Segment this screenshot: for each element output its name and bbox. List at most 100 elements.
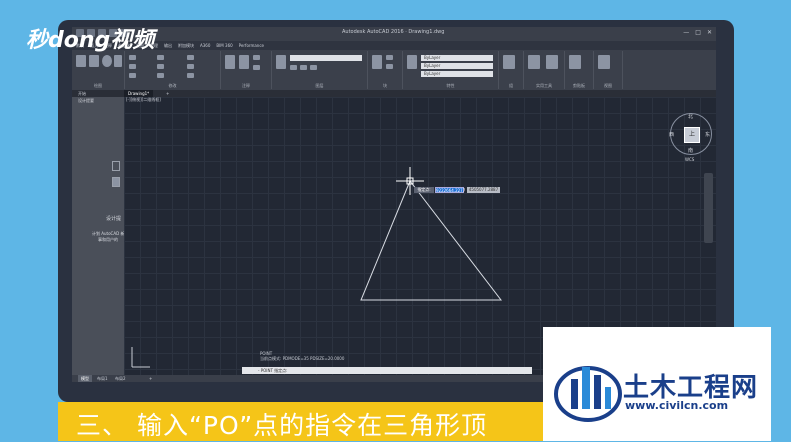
group-label-draw: 绘图 (94, 83, 102, 88)
fillet-icon[interactable] (187, 64, 194, 69)
tab-a360[interactable]: A360 (200, 41, 210, 50)
measure-icon[interactable] (528, 55, 540, 69)
scale-icon[interactable] (157, 73, 164, 78)
insert-block-icon[interactable] (372, 55, 382, 69)
group-label-properties: 特性 (446, 83, 455, 88)
note-icon[interactable] (112, 177, 120, 187)
new-tab-icon[interactable]: + (162, 90, 173, 97)
layer-freeze-icon[interactable] (300, 65, 307, 70)
arc-icon[interactable] (114, 55, 122, 67)
line-icon[interactable] (76, 55, 86, 67)
mirror-icon[interactable] (157, 64, 164, 69)
wcs-menu[interactable]: WCS (685, 157, 694, 162)
copy-icon[interactable] (129, 64, 136, 69)
leader-icon[interactable] (253, 55, 260, 60)
viewcube-east[interactable]: 东 (705, 131, 710, 138)
lock-icon[interactable] (112, 161, 120, 171)
tab-drawing1[interactable]: Drawing1* (124, 90, 154, 97)
window-controls: — □ ✕ (683, 29, 712, 36)
ribbon-panel: 绘图 修改 注释 图层 块 ByLayer ByLayer ByLayer 特性… (72, 50, 716, 90)
ribbon-group-properties: ByLayer ByLayer ByLayer 特性 (403, 51, 499, 89)
ucs-icon (131, 347, 150, 368)
move-icon[interactable] (129, 55, 136, 60)
stretch-icon[interactable] (129, 73, 136, 78)
tab-layout1[interactable]: 布局1 (94, 375, 111, 382)
polyline-icon[interactable] (89, 55, 99, 67)
tab-layout2[interactable]: 布局2 (112, 375, 129, 382)
viewcube-west[interactable]: 西 (669, 131, 674, 138)
group-label-annotate: 注释 (242, 83, 250, 88)
tab-addins[interactable]: 附加模块 (178, 41, 194, 50)
ribbon-group-draw: 绘图 (72, 51, 125, 89)
tab-bim360[interactable]: BIM 360 (216, 41, 232, 50)
maximize-icon[interactable]: □ (695, 29, 701, 36)
site-url: www.civilcn.com (625, 399, 729, 412)
layer-dropdown[interactable] (290, 55, 362, 61)
tab-performance[interactable]: Performance (239, 41, 264, 50)
layer-properties-icon[interactable] (276, 55, 286, 69)
array-icon[interactable] (187, 73, 194, 78)
caption-text: 三、 输入“PO”点的指令在三角形顶 (76, 411, 488, 440)
ribbon-tab-bar: 默认 插入 注释 参数化 视图 管理 输出 附加模块 A360 BIM 360 … (72, 41, 716, 50)
dimension-icon[interactable] (239, 55, 249, 69)
history-line-2: 当前点模式: PDMODE=35 PDSIZE=20.0000 (260, 356, 345, 361)
dynamic-input-x[interactable]: 9222664.2277 (435, 187, 465, 193)
tab-start[interactable]: 开始 (74, 90, 90, 97)
site-logo-icon (554, 366, 622, 422)
viewcube-north[interactable]: 北 (688, 113, 693, 120)
panel-heading: 设计提 (106, 216, 122, 222)
circle-icon[interactable] (102, 55, 112, 67)
group-label-block: 块 (383, 83, 387, 88)
ribbon-group-layers: 图层 (272, 51, 368, 89)
ribbon-group-group: 组 (499, 51, 524, 89)
close-icon[interactable]: ✕ (707, 29, 712, 36)
title-bar: Autodesk AutoCAD 2016 · Drawing1.dwg — □… (72, 27, 716, 41)
group-label-clipboard: 剪贴板 (573, 83, 585, 88)
group-label-group: 组 (509, 83, 513, 88)
new-layout-icon[interactable]: + (146, 375, 155, 382)
utilities-icon[interactable] (546, 55, 558, 69)
dynamic-input-prompt: 指定点: (414, 187, 434, 193)
layer-lock-icon[interactable] (310, 65, 317, 70)
ribbon-group-clipboard: 剪贴板 (565, 51, 594, 89)
command-line-input[interactable]: - POINT 指定点: (242, 367, 532, 374)
linetype-dropdown[interactable]: ByLayer (421, 63, 493, 69)
group-label-view: 视图 (604, 83, 612, 88)
file-tab-bar: 开始 Drawing1* + (72, 90, 716, 97)
panel-title: 设计提要 (78, 98, 94, 103)
create-block-icon[interactable] (386, 55, 393, 60)
layer-state-icon[interactable] (290, 65, 297, 70)
text-icon[interactable] (225, 55, 235, 69)
window-title: Autodesk AutoCAD 2016 · Drawing1.dwg (342, 29, 445, 35)
match-properties-icon[interactable] (407, 55, 417, 69)
table-icon[interactable] (253, 65, 260, 70)
color-dropdown[interactable]: ByLayer (421, 55, 493, 61)
tab-model[interactable]: 模型 (78, 375, 92, 382)
minimize-icon[interactable]: — (683, 29, 689, 36)
instruction-caption: 三、 输入“PO”点的指令在三角形顶 (58, 402, 548, 441)
dynamic-input-y[interactable]: 4505077.2887 (467, 187, 500, 193)
rotate-icon[interactable] (157, 55, 164, 60)
trim-icon[interactable] (187, 55, 194, 60)
ribbon-group-utilities: 实用工具 (524, 51, 565, 89)
command-history: POINT 当前点模式: PDMODE=35 PDSIZE=20.0000 (260, 351, 344, 361)
lineweight-dropdown[interactable]: ByLayer (421, 71, 493, 77)
watermark-logo: 秒dong视频 (26, 28, 155, 53)
group-icon[interactable] (503, 55, 515, 69)
viewcube-top-face[interactable]: 上 (684, 127, 700, 143)
panel-text-2: 事和用户的 (98, 237, 118, 242)
ribbon-group-annotate: 注释 (221, 51, 272, 89)
group-label-layers: 图层 (315, 83, 324, 88)
group-label-modify: 修改 (168, 83, 177, 88)
triangle-shape[interactable] (360, 180, 503, 301)
viewcube-south[interactable]: 南 (688, 147, 693, 154)
paste-icon[interactable] (569, 55, 581, 69)
ribbon-group-block: 块 (368, 51, 403, 89)
site-logo-box: 土木工程网 www.civilcn.com (543, 327, 771, 441)
base-view-icon[interactable] (598, 55, 610, 69)
edit-block-icon[interactable] (386, 64, 393, 69)
navigation-bar[interactable] (704, 173, 713, 243)
viewcube[interactable]: 北 南 东 西 上 (669, 113, 712, 155)
tab-output[interactable]: 输出 (164, 41, 172, 50)
design-feed-panel: 设计提要 设计提 计划 AutoCAD 新 事和用户的 (72, 97, 124, 377)
